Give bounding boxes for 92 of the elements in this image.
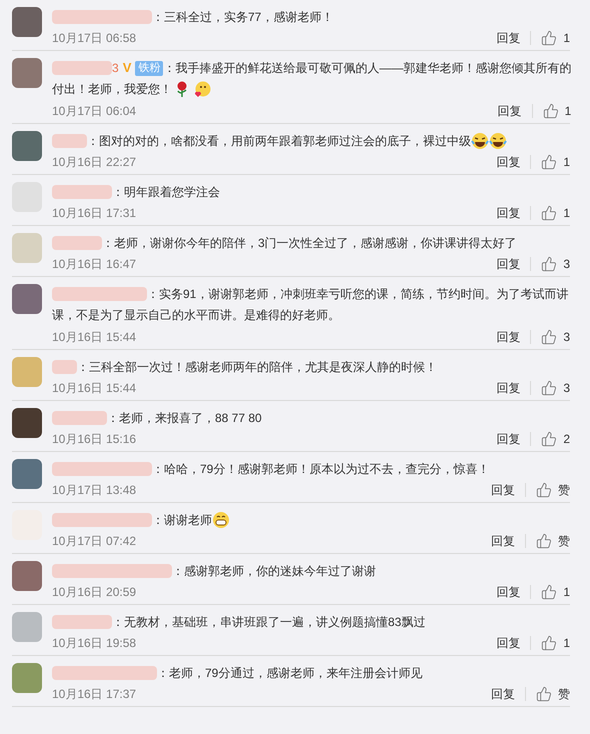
reply-button[interactable]: 回复 — [496, 584, 532, 598]
like-button[interactable]: 1 — [532, 102, 572, 120]
thumbs-up-icon — [541, 430, 558, 446]
avatar-placeholder[interactable] — [12, 408, 42, 438]
like-button[interactable]: 1 — [531, 28, 570, 46]
comment-text: ：图对的对的，啥都没看，用前两年跟着郭老师过注会的底子，裸过中级 — [87, 133, 471, 150]
blurred-username[interactable] — [52, 360, 77, 374]
avatar-placeholder[interactable] — [12, 459, 42, 489]
avatar-placeholder[interactable] — [12, 7, 42, 37]
thumbs-up-icon — [541, 30, 558, 46]
comment-text: ：谢谢老师 — [152, 512, 212, 529]
comment-time: 10月16日 15:44 — [52, 328, 138, 346]
thumbs-up-icon — [542, 102, 559, 118]
avatar-placeholder[interactable] — [12, 131, 42, 161]
blurred-username[interactable] — [52, 134, 87, 148]
blurred-username[interactable] — [52, 666, 157, 680]
thumbs-up-icon — [541, 584, 558, 600]
blurred-username[interactable] — [52, 236, 102, 250]
comment-time: 10月16日 22:27 — [52, 154, 138, 170]
reply-button[interactable]: 回复 — [498, 104, 533, 118]
comment-time: 10月16日 15:44 — [52, 380, 138, 396]
blurred-username[interactable] — [52, 10, 152, 24]
blurred-username[interactable] — [52, 564, 172, 578]
verified-v-label: V — [122, 59, 132, 77]
comment-time: 10月17日 06:58 — [52, 30, 138, 46]
like-button[interactable]: 1 — [531, 152, 570, 170]
laughing-tears-emoji-icon — [471, 132, 489, 150]
thumbs-up-icon — [541, 256, 558, 272]
blurred-username[interactable] — [52, 411, 107, 425]
grinning-face-emoji-icon — [212, 511, 230, 529]
like-button[interactable]: 2 — [531, 430, 570, 448]
comment-text: 付出！老师，我爱您！ — [52, 81, 172, 98]
reply-button[interactable]: 回复 — [496, 256, 532, 270]
comment-time: 10月16日 17:37 — [52, 686, 138, 702]
comment-text: ：无教材，基础班，串讲班跟了一遍，讲义例题搞懂83飘过 — [112, 614, 426, 631]
comment-text: ：老师，谢谢你今年的陪伴，3门一次性全过了，感谢感谢，你讲课讲得太好了 — [102, 235, 517, 252]
thumbs-up-icon — [541, 154, 558, 170]
comment-text: ：三科全过，实务77，感谢老师！ — [152, 9, 334, 26]
blurred-username[interactable] — [52, 185, 112, 199]
comment-time: 10月16日 15:16 — [52, 430, 138, 448]
thumbs-up-icon — [541, 380, 558, 396]
reply-button[interactable]: 回复 — [491, 534, 526, 548]
comment-text: ：三科全部一次过！感谢老师两年的陪伴，尤其是夜深人静的时候！ — [77, 359, 437, 376]
reply-button[interactable]: 回复 — [496, 636, 532, 650]
thumbs-up-icon — [536, 532, 552, 548]
like-button[interactable]: 3 — [531, 254, 570, 272]
blurred-username[interactable] — [52, 513, 152, 527]
blushing-face-emoji-icon — [193, 80, 211, 98]
comment-text: ：明年跟着您学注会 — [112, 184, 220, 201]
thumbs-up-icon — [541, 328, 558, 344]
like-button[interactable]: 赞 — [526, 684, 570, 702]
blurred-username[interactable] — [52, 462, 152, 476]
like-button[interactable]: 1 — [531, 582, 570, 600]
comment-time: 10月16日 20:59 — [52, 584, 138, 600]
comment-time: 10月16日 16:47 — [52, 256, 138, 272]
blurred-username[interactable] — [52, 615, 112, 629]
comment-time: 10月17日 06:04 — [52, 102, 138, 120]
avatar-placeholder[interactable] — [12, 561, 42, 591]
comment-text: ：老师，79分通过，感谢老师，来年注册会计师见 — [157, 665, 422, 682]
reply-button[interactable]: 回复 — [496, 380, 532, 394]
like-button[interactable]: 3 — [531, 328, 570, 346]
comment-text: 课，不是为了显示自己的水平而讲。是难得的好老师。 — [52, 307, 340, 324]
thumbs-up-icon — [536, 482, 552, 498]
comment-text: ：哈哈，79分！感谢郭老师！原本以为过不去，查完分，惊喜！ — [152, 461, 490, 478]
comment-text: ：老师，来报喜了，88 77 80 — [107, 410, 262, 427]
comment-time: 10月16日 17:31 — [52, 204, 138, 222]
like-button[interactable]: 赞 — [526, 480, 570, 498]
reply-button[interactable]: 回复 — [496, 206, 532, 220]
like-button[interactable]: 1 — [531, 204, 570, 222]
blurred-username[interactable] — [52, 287, 147, 301]
reply-button[interactable]: 回复 — [496, 154, 532, 168]
comment-text: ：我手捧盛开的鲜花送给最可敬可佩的人——郭建华老师！感谢您倾其所有的 — [163, 60, 572, 77]
comment-text: ：实务91，谢谢郭老师，冲刺班幸亏听您的课，简练，节约时间。为了考试而讲 — [147, 286, 568, 303]
like-button[interactable]: 3 — [531, 378, 570, 396]
avatar-placeholder[interactable] — [12, 284, 42, 314]
like-button[interactable]: 1 — [531, 634, 570, 652]
comment-text: ：感谢郭老师，你的迷妹今年过了谢谢 — [172, 563, 376, 580]
reply-button[interactable]: 回复 — [491, 482, 526, 496]
comment-time: 10月17日 13:48 — [52, 482, 138, 498]
thumbs-up-icon — [541, 204, 558, 220]
reply-button[interactable]: 回复 — [491, 686, 526, 700]
thumbs-up-icon — [541, 634, 558, 650]
laughing-tears-emoji-icon — [489, 132, 507, 150]
reply-button[interactable]: 回复 — [496, 330, 532, 344]
comment-time: 10月17日 07:42 — [52, 532, 138, 550]
comment-time: 10月16日 19:58 — [52, 634, 138, 652]
reply-button[interactable]: 回复 — [496, 432, 532, 446]
like-button[interactable]: 赞 — [526, 532, 570, 550]
fan-badge: 铁粉 — [135, 60, 164, 76]
thumbs-up-icon — [536, 686, 552, 702]
reply-button[interactable]: 回复 — [496, 30, 532, 44]
blurred-username[interactable] — [52, 61, 112, 75]
